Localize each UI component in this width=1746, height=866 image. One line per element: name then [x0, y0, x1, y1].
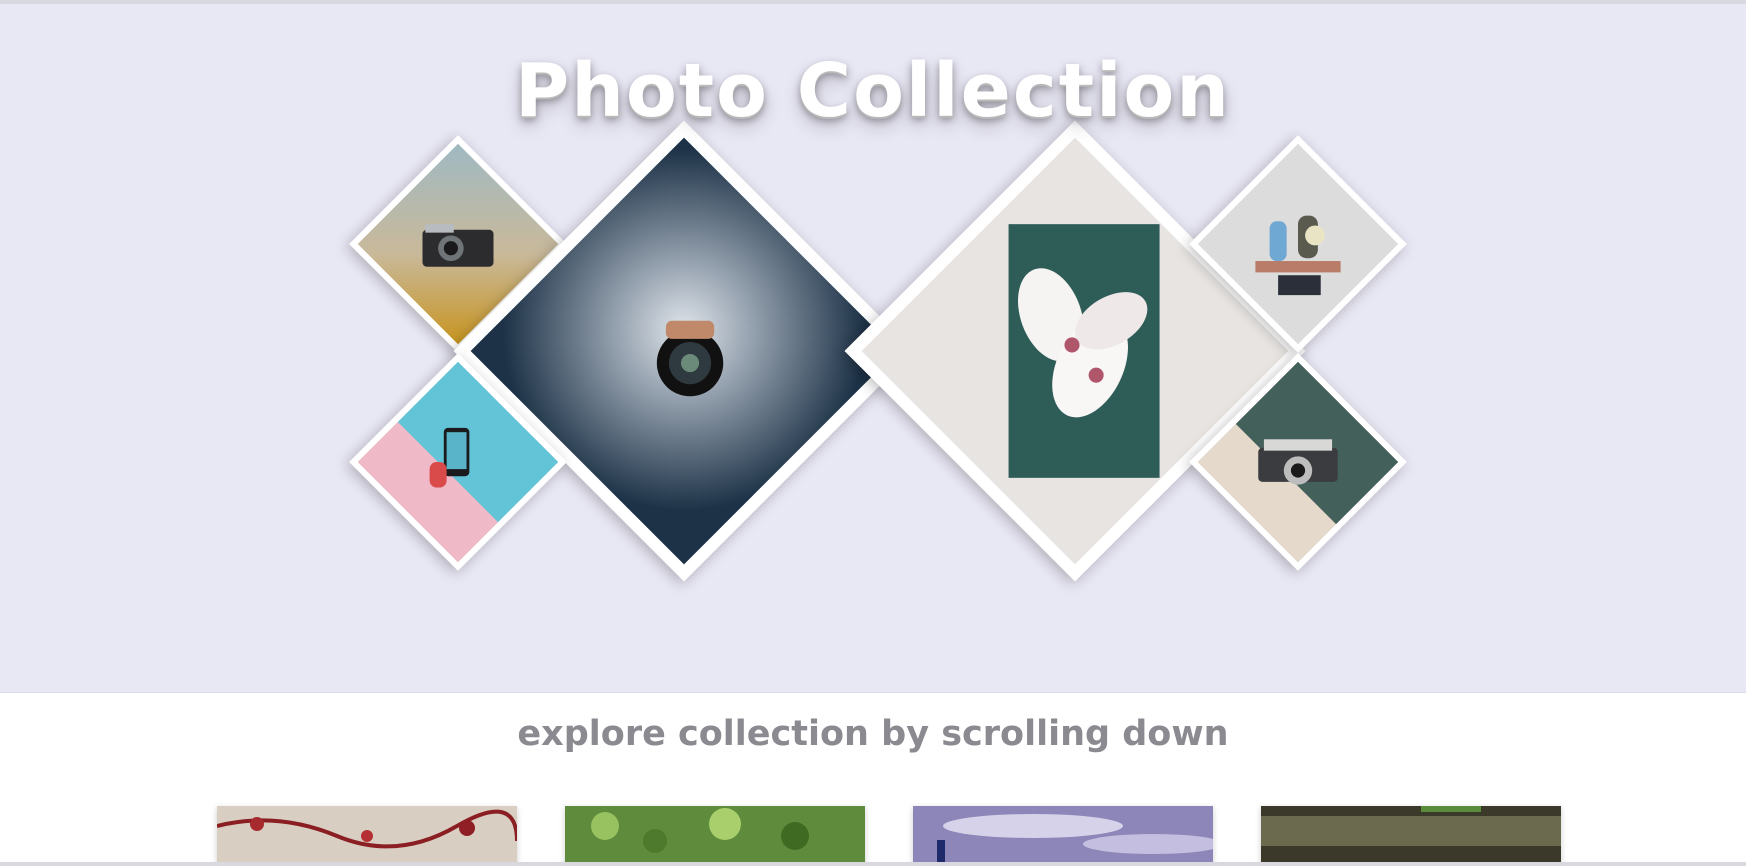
explore-subtitle: explore collection by scrolling down — [517, 714, 1229, 754]
flower-icon — [861, 137, 1289, 565]
thumbnail-red-leaves[interactable] — [217, 806, 517, 866]
thumbnail-green-foliage[interactable] — [565, 806, 865, 866]
hero-banner: Photo Collection — [0, 4, 1746, 693]
thumbnail-tree-trunk[interactable] — [1261, 806, 1561, 866]
bottom-border — [0, 862, 1746, 866]
thumbnail-purple-sky[interactable] — [913, 806, 1213, 866]
page-title: Photo Collection — [515, 48, 1231, 134]
camera-icon — [470, 137, 898, 565]
gallery-tile-magnolia[interactable] — [844, 120, 1306, 582]
